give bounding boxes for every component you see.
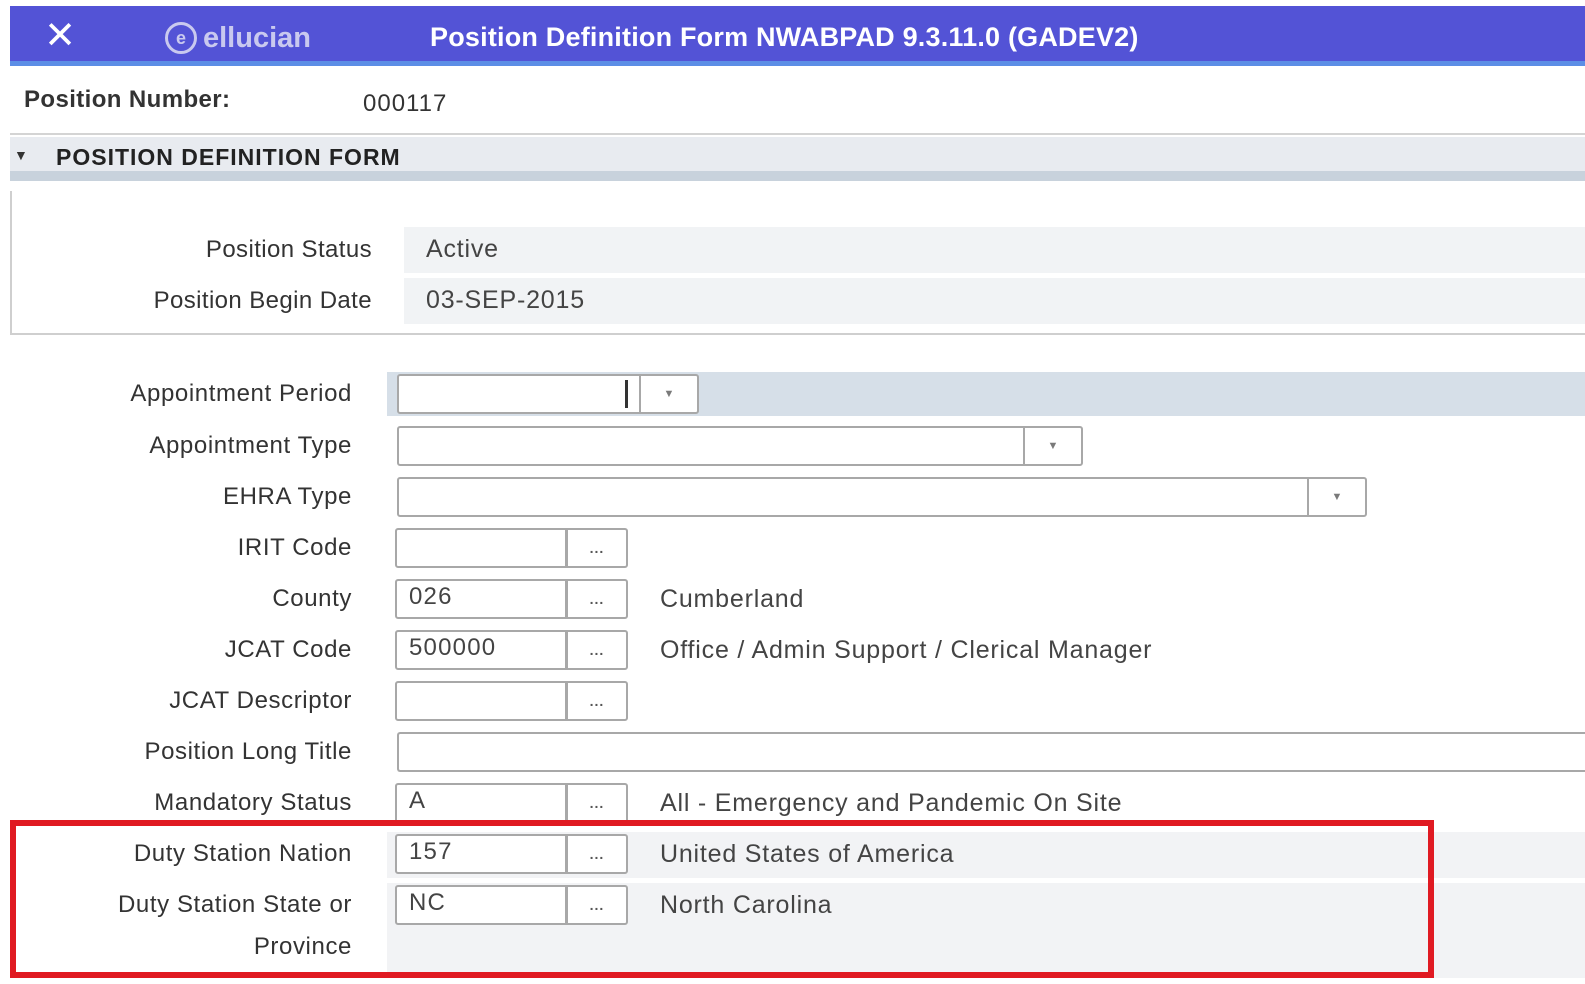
jcat-descriptor-row: JCAT Descriptor ... (0, 679, 1585, 730)
close-icon[interactable]: ✕ (40, 16, 80, 56)
jcat-descriptor-label: JCAT Descriptor (169, 687, 352, 714)
county-description: Cumberland (660, 585, 805, 613)
mandatory-status-lookup-button[interactable]: ... (566, 783, 628, 823)
triangle-down-icon[interactable]: ▼ (14, 147, 28, 163)
irit-code-input[interactable] (395, 528, 567, 568)
position-status-label: Position Status (205, 236, 372, 263)
duty-station-state-label: Duty Station State or (117, 891, 352, 918)
logo-mark-icon: e (165, 22, 197, 54)
position-status-value: Active (404, 227, 1585, 273)
ehra-type-label: EHRA Type (222, 483, 352, 510)
county-input[interactable]: 026 (395, 579, 567, 619)
jcat-code-input[interactable]: 500000 (395, 630, 567, 670)
county-row: County 026 ... Cumberland (0, 577, 1585, 628)
position-long-title-label: Position Long Title (144, 738, 352, 765)
section-title: POSITION DEFINITION FORM (56, 144, 401, 170)
mandatory-status-row: Mandatory Status A ... All - Emergency a… (0, 781, 1585, 832)
logo-text: ellucian (203, 21, 311, 54)
irit-code-lookup-button[interactable]: ... (566, 528, 628, 568)
county-lookup-button[interactable]: ... (566, 579, 628, 619)
position-number-label: Position Number: (24, 86, 231, 113)
duty-station-nation-lookup-button[interactable]: ... (566, 834, 628, 874)
chevron-down-icon[interactable]: ▼ (1307, 479, 1365, 515)
section-header[interactable]: ▼ POSITION DEFINITION FORM (10, 137, 1585, 181)
duty-station-nation-description: United States of America (660, 840, 955, 868)
irit-code-row: IRIT Code ... (0, 526, 1585, 577)
duty-station-nation-label: Duty Station Nation (133, 840, 352, 867)
duty-station-state-lookup-button[interactable]: ... (566, 885, 628, 925)
ehra-type-select[interactable]: ▼ (397, 477, 1367, 517)
duty-station-state-input[interactable]: NC (395, 885, 567, 925)
ehra-type-row: EHRA Type ▼ (0, 475, 1585, 526)
position-long-title-row: Position Long Title (0, 730, 1585, 781)
page-title: Position Definition Form NWABPAD 9.3.11.… (430, 22, 1139, 52)
appointment-type-label: Appointment Type (149, 432, 352, 459)
duty-station-nation-row: Duty Station Nation 157 ... United State… (0, 832, 1585, 883)
ellucian-logo: e ellucian (165, 22, 311, 54)
position-long-title-input[interactable] (397, 732, 1585, 772)
duty-station-state-label-line2: Province (253, 933, 352, 960)
jcat-code-label: JCAT Code (224, 636, 352, 663)
position-status-row: Position Status Active (12, 227, 1585, 273)
appointment-period-label: Appointment Period (130, 380, 352, 407)
begin-date-value: 03-SEP-2015 (404, 278, 1585, 324)
irit-code-label: IRIT Code (237, 534, 352, 561)
jcat-code-lookup-button[interactable]: ... (566, 630, 628, 670)
begin-date-label: Position Begin Date (153, 287, 372, 314)
chevron-down-icon[interactable]: ▼ (639, 376, 697, 412)
appointment-period-select[interactable]: ▼ (397, 374, 699, 414)
key-block: Position Number: 000117 (10, 71, 1585, 135)
county-label: County (272, 585, 352, 612)
mandatory-status-input[interactable]: A (395, 783, 567, 823)
duty-station-state-row: Duty Station State or Province NC ... No… (0, 883, 1585, 978)
chevron-down-icon[interactable]: ▼ (1023, 428, 1081, 464)
jcat-descriptor-input[interactable] (395, 681, 567, 721)
duty-station-nation-input[interactable]: 157 (395, 834, 567, 874)
app-header: ✕ e ellucian Position Definition Form NW… (10, 6, 1585, 66)
mandatory-status-label: Mandatory Status (154, 789, 352, 816)
jcat-code-row: JCAT Code 500000 ... Office / Admin Supp… (0, 628, 1585, 679)
jcat-descriptor-lookup-button[interactable]: ... (566, 681, 628, 721)
appointment-period-row: Appointment Period ▼ (0, 372, 1585, 423)
position-number-value: 000117 (363, 90, 448, 117)
duty-station-state-description: North Carolina (660, 891, 833, 919)
begin-date-row: Position Begin Date 03-SEP-2015 (12, 278, 1585, 324)
mandatory-status-description: All - Emergency and Pandemic On Site (660, 789, 1123, 817)
status-panel: Position Status Active Position Begin Da… (10, 191, 1585, 335)
text-cursor (625, 380, 628, 408)
appointment-type-select[interactable]: ▼ (397, 426, 1083, 466)
jcat-code-description: Office / Admin Support / Clerical Manage… (660, 636, 1153, 664)
appointment-type-row: Appointment Type ▼ (0, 424, 1585, 475)
